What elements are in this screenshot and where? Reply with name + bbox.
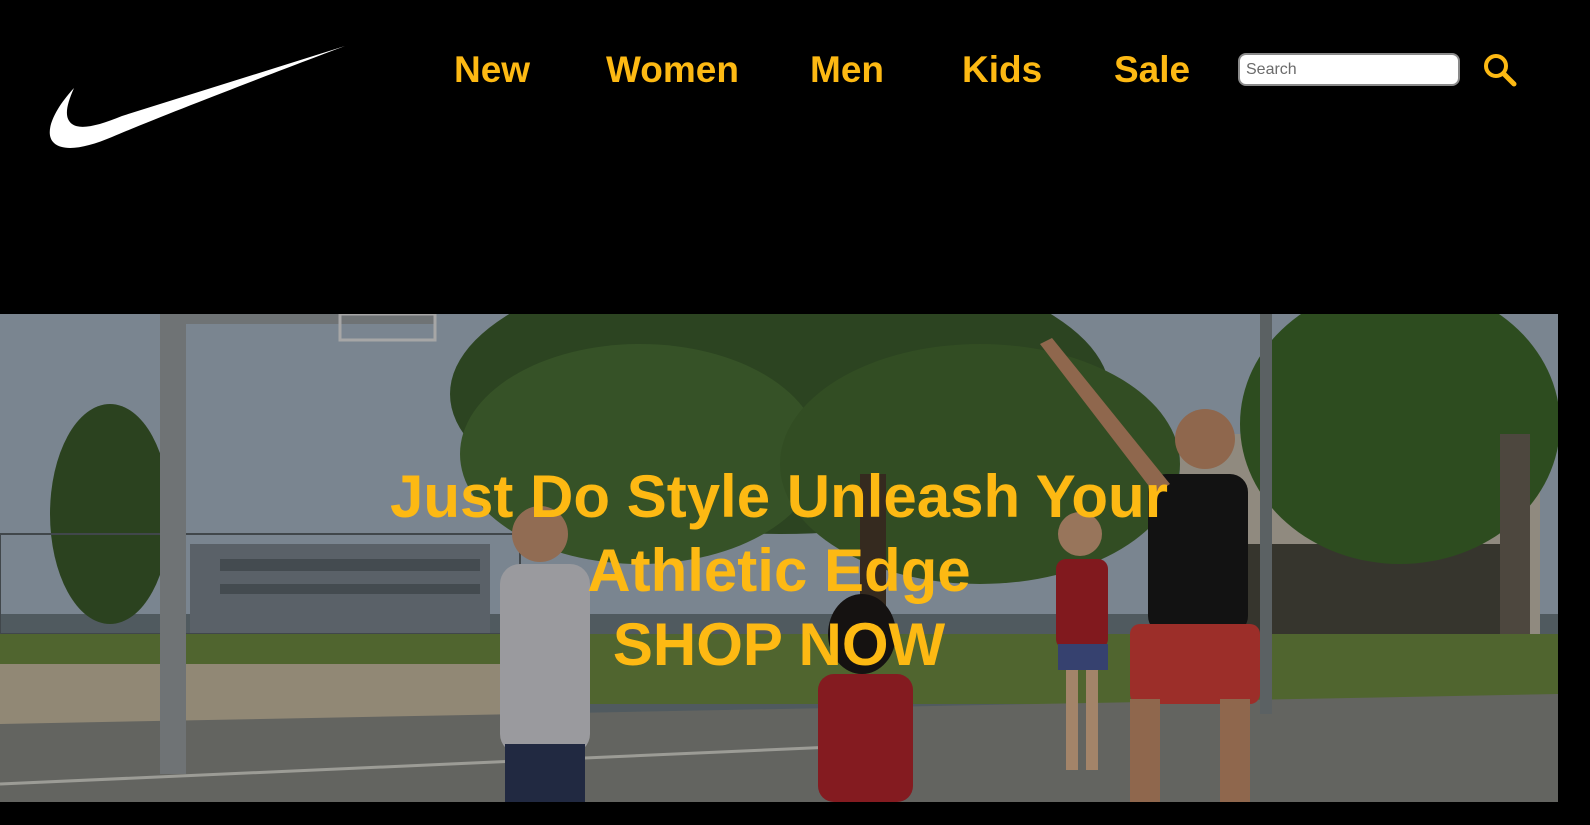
nav-item-women[interactable]: Women xyxy=(606,44,739,96)
swoosh-logo-icon[interactable] xyxy=(46,44,348,152)
hero-banner: Just Do Style Unleash Your Athletic Edge… xyxy=(0,314,1558,802)
hero-headline: Just Do Style Unleash Your Athletic Edge xyxy=(390,463,1168,604)
search-input[interactable] xyxy=(1238,53,1460,86)
nav-item-men[interactable]: Men xyxy=(810,44,884,96)
nav-item-kids[interactable]: Kids xyxy=(962,44,1042,96)
nav-item-sale[interactable]: Sale xyxy=(1114,44,1190,96)
nav-item-new[interactable]: New xyxy=(454,44,530,96)
search-button[interactable] xyxy=(1482,52,1518,88)
page: New Women Men Kids Sale Search Just Do S… xyxy=(0,0,1590,825)
search-icon xyxy=(1484,54,1517,87)
hero-text-block: Just Do Style Unleash Your Athletic Edge… xyxy=(0,460,1558,682)
shop-now-button[interactable]: SHOP NOW xyxy=(613,608,945,682)
